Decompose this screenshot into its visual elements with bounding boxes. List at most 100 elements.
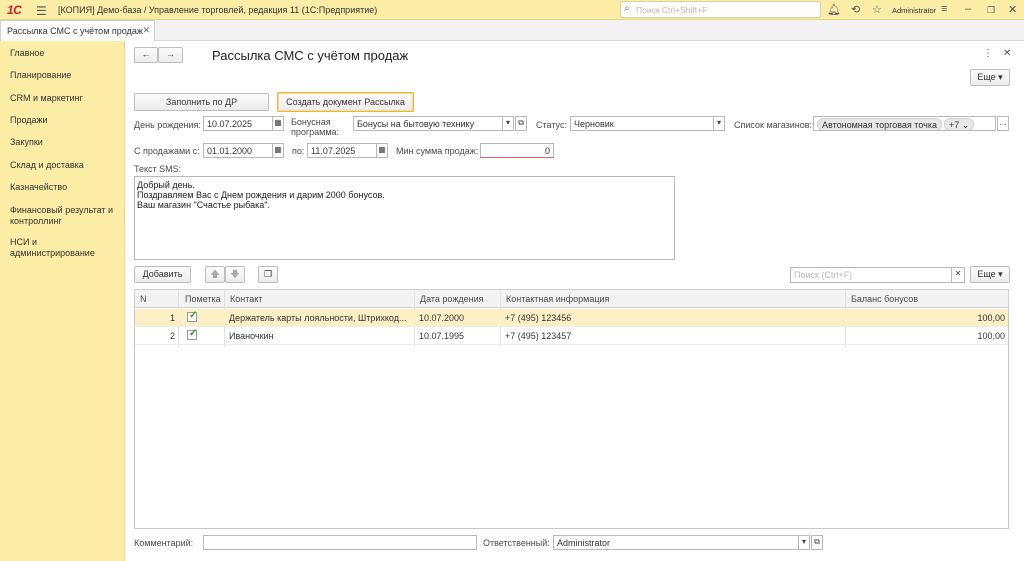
move-up-button[interactable]: 🡅 [205, 266, 225, 283]
store-chip[interactable]: Автономная торговая точка [817, 118, 942, 130]
col-n[interactable]: N [140, 294, 147, 304]
col-bonus-balance[interactable]: Баланс бонусов [851, 294, 918, 304]
arrow-up-icon: 🡅 [210, 269, 220, 279]
copy-icon: ❐ [263, 269, 273, 279]
bell-icon[interactable]: 🔔︎ [827, 3, 841, 16]
col-contact-info[interactable]: Контактная информация [506, 294, 609, 304]
comment-label: Комментарий: [134, 538, 194, 548]
more-vertical-icon[interactable]: ⋮ [983, 48, 993, 59]
sms-line: Поздравляем Вас с Днем рождения и дарим … [137, 190, 385, 200]
mark-checkbox[interactable]: ✓ [187, 310, 198, 322]
sidebar-item-warehouse[interactable]: Склад и доставка [10, 160, 122, 171]
sidebar-item-nsi[interactable]: НСИ и администрирование [10, 237, 110, 259]
row-number: 1 [169, 313, 175, 323]
minimize-icon[interactable]: – [965, 3, 971, 15]
birthday-field[interactable]: 10.07.2025 [203, 116, 273, 131]
col-contact[interactable]: Контакт [230, 294, 262, 304]
row-bonus-balance: 100,00 [977, 313, 1005, 323]
clear-search-icon[interactable]: ✕ [951, 267, 965, 283]
row-birthday: 10.07.1995 [419, 331, 465, 341]
sales-from-field[interactable]: 01.01.2000 [203, 143, 273, 158]
sidebar: Главное Планирование CRM и маркетинг Про… [0, 41, 125, 561]
table-header: N Пометка Контакт Дата рождения Контактн… [134, 289, 1009, 308]
birthday-label: День рождения: [134, 120, 201, 130]
responsible-dropdown-icon[interactable]: ▾ [798, 535, 810, 550]
open-icon[interactable]: ⧉ [515, 116, 527, 131]
form-area: ← → Рассылка СМС с учётом продаж ⋮ ✕ Еще… [125, 41, 1024, 561]
sidebar-item-treasury[interactable]: Казначейство [10, 182, 122, 193]
status-label: Статус: [536, 120, 567, 130]
mark-checkbox[interactable]: ✓ [187, 328, 197, 340]
more-button-label: Еще [977, 72, 996, 82]
sales-from-calendar-icon[interactable]: ▦ [272, 143, 284, 158]
col-mark[interactable]: Пометка [185, 294, 221, 304]
row-birthday: 10.07.2000 [419, 313, 465, 323]
arrow-down-icon: 🡇 [230, 269, 240, 279]
status-dropdown-icon[interactable]: ▾ [713, 116, 725, 131]
close-form-icon[interactable]: ✕ [1003, 48, 1011, 59]
sales-from-label: С продажами с: [134, 146, 200, 156]
sidebar-item-finance[interactable]: Финансовый результат и контроллинг [10, 205, 122, 227]
page-title: Рассылка СМС с учётом продаж [212, 48, 409, 63]
sales-to-field[interactable]: 11.07.2025 [307, 143, 377, 158]
table-row[interactable]: 1 ✓ Держатель карты лояльности, Штрихкод… [135, 309, 1008, 327]
table-row[interactable]: 2 ✓ Иваночкин 10.07.1995 +7 (495) 123457… [135, 327, 1008, 345]
store-more-count: +7 [949, 120, 960, 130]
star-icon[interactable]: ☆ [872, 3, 882, 16]
sales-to-label: по: [292, 146, 305, 156]
dropdown-icon[interactable]: ▾ [502, 116, 514, 131]
user-name: Administrator [892, 6, 937, 15]
sidebar-item-planning[interactable]: Планирование [10, 70, 122, 81]
sms-textarea[interactable]: Добрый день. Поздравляем Вас с Днем рожд… [134, 176, 675, 260]
sms-label: Текст SMS: [134, 164, 182, 174]
tab-sms-mailing[interactable]: Рассылка СМС с учётом продаж ✕ [0, 20, 155, 41]
back-button[interactable]: ← [134, 47, 158, 63]
global-search-input[interactable]: ⌕ Поиск Ctrl+Shift+F [620, 1, 821, 18]
sms-line: Добрый день. [137, 180, 195, 190]
min-sum-field[interactable]: 0 [480, 143, 554, 158]
arrow-right-icon: → [166, 49, 175, 59]
global-search-placeholder: Поиск Ctrl+Shift+F [636, 5, 708, 15]
comment-field[interactable] [203, 535, 477, 550]
create-document-button[interactable]: Создать документ Рассылка [277, 92, 414, 112]
responsible-field[interactable]: Administrator [553, 535, 799, 550]
fill-by-birthday-button[interactable]: Заполнить по ДР [134, 93, 269, 111]
sales-to-calendar-icon[interactable]: ▦ [376, 143, 388, 158]
status-field[interactable]: Черновик [570, 116, 714, 131]
table-search-input[interactable]: Поиск (Ctrl+F) [790, 267, 952, 283]
sidebar-item-main[interactable]: Главное [10, 48, 122, 59]
calendar-icon[interactable]: ▦ [272, 116, 284, 131]
copy-button[interactable]: ❐ [258, 266, 278, 283]
arrow-left-icon: ← [141, 49, 151, 59]
responsible-label: Ответственный: [483, 538, 550, 548]
stores-select-button[interactable]: … [997, 116, 1009, 131]
close-tab-icon[interactable]: ✕ [142, 25, 150, 36]
history-icon[interactable]: ⟲ [851, 3, 860, 16]
responsible-open-icon[interactable]: ⧉ [811, 535, 823, 550]
table-more-button[interactable]: Еще ▾ [970, 266, 1010, 283]
bonus-program-field[interactable]: Бонусы на бытовую технику [353, 116, 503, 131]
stores-field[interactable]: Автономная торговая точка +7 ⌄ [813, 116, 996, 131]
row-contact-info: +7 (495) 123457 [505, 331, 572, 341]
row-contact: Иваночкин [229, 331, 274, 341]
settings-icon[interactable]: ≡ [941, 3, 947, 15]
more-button[interactable]: Еще ▾ [970, 69, 1010, 86]
col-birthday[interactable]: Дата рождения [420, 294, 484, 304]
tab-bar: Рассылка СМС с учётом продаж ✕ [0, 20, 1024, 41]
sidebar-item-sales[interactable]: Продажи [10, 115, 122, 126]
sidebar-item-purchases[interactable]: Закупки [10, 137, 122, 148]
store-more-chip[interactable]: +7 ⌄ [944, 118, 975, 130]
sidebar-item-crm[interactable]: CRM и маркетинг [10, 93, 122, 104]
forward-button[interactable]: → [158, 47, 183, 63]
app-title: [КОПИЯ] Демо-база / Управление торговлей… [58, 5, 378, 15]
add-button[interactable]: Добавить [134, 266, 191, 283]
row-bonus-balance: 100,00 [977, 331, 1005, 341]
move-down-button[interactable]: 🡇 [225, 266, 245, 283]
search-icon: ⌕ [624, 3, 630, 14]
restore-icon[interactable]: ❐ [987, 5, 995, 16]
close-window-icon[interactable]: ✕ [1008, 3, 1017, 16]
row-contact-info: +7 (495) 123456 [505, 313, 572, 323]
checkmark-icon: ✓ [189, 310, 198, 321]
sms-line: Ваш магазин "Счастье рыбака". [137, 200, 270, 210]
menu-icon[interactable]: ☰ [36, 4, 47, 18]
